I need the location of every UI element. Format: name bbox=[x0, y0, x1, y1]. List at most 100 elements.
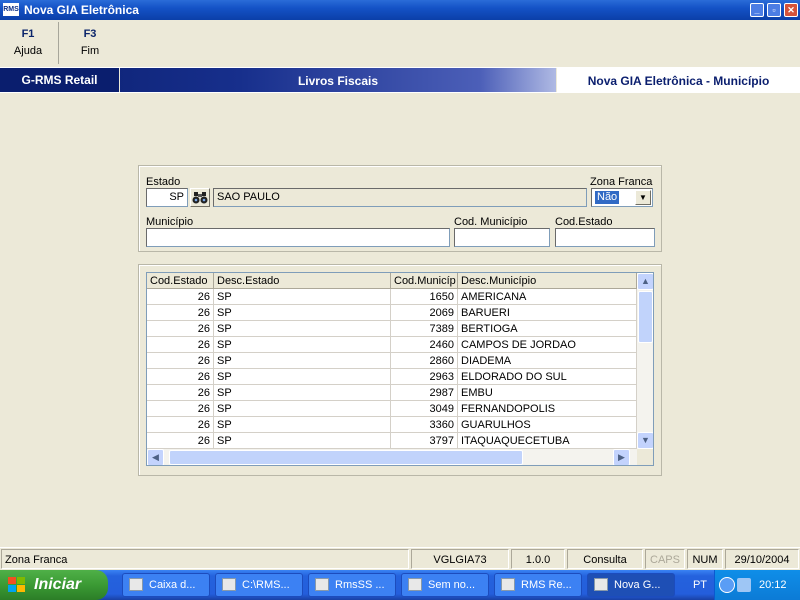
municipio-label: Município bbox=[146, 216, 194, 228]
table-row[interactable]: 26 SP 3049 FERNANDOPOLIS bbox=[147, 401, 637, 417]
taskbar-button[interactable]: Sem no... bbox=[401, 573, 489, 597]
network-icon[interactable] bbox=[737, 578, 751, 592]
cod-estado-field[interactable] bbox=[555, 228, 655, 247]
estado-field[interactable]: SP bbox=[146, 188, 188, 207]
status-date: 29/10/2004 bbox=[725, 549, 799, 569]
table-row[interactable]: 26 SP 2963 ELDORADO DO SUL bbox=[147, 369, 637, 385]
table-row[interactable]: 26 SP 3797 ITAQUAQUECETUBA bbox=[147, 433, 637, 449]
start-label: Iniciar bbox=[34, 576, 82, 593]
vertical-scrollbar[interactable]: ▲ ▼ bbox=[637, 273, 653, 449]
column-header[interactable]: Cod.Municíp bbox=[391, 273, 458, 289]
scroll-left-icon[interactable]: ◀ bbox=[147, 449, 164, 465]
table-row[interactable]: 26 SP 7389 BERTIOGA bbox=[147, 321, 637, 337]
table-cell: EMBU bbox=[458, 385, 637, 401]
help-button[interactable]: F1 Ajuda bbox=[0, 28, 56, 57]
scroll-up-icon[interactable]: ▲ bbox=[637, 273, 653, 290]
close-button[interactable]: ✕ bbox=[784, 3, 798, 17]
status-program: VGLGIA73 bbox=[411, 549, 509, 569]
cod-municipio-label: Cod. Município bbox=[454, 216, 528, 228]
cod-estado-label: Cod.Estado bbox=[555, 216, 613, 228]
table-row[interactable]: 26 SP 2987 EMBU bbox=[147, 385, 637, 401]
exit-button[interactable]: F3 Fim bbox=[62, 28, 118, 57]
taskbar-button[interactable]: Caixa d... bbox=[122, 573, 210, 597]
table-cell: 2460 bbox=[391, 337, 458, 353]
table-cell: 26 bbox=[147, 305, 214, 321]
municipio-field[interactable] bbox=[146, 228, 450, 247]
tray-arrow-icon[interactable] bbox=[719, 577, 735, 593]
horizontal-scrollbar[interactable]: ◀ ▶ bbox=[147, 449, 637, 465]
chevron-down-icon[interactable]: ▼ bbox=[635, 190, 651, 205]
table-cell: GUARULHOS bbox=[458, 417, 637, 433]
table-cell: 26 bbox=[147, 321, 214, 337]
table-cell: 26 bbox=[147, 289, 214, 305]
title-bar[interactable]: RMS Nova GIA Eletrônica _ ▫ ✕ bbox=[0, 0, 800, 20]
column-header[interactable]: Desc.Estado bbox=[214, 273, 391, 289]
language-indicator[interactable]: PT bbox=[686, 570, 714, 600]
zona-franca-label: Zona Franca bbox=[590, 176, 653, 188]
help-key: F1 bbox=[21, 28, 35, 40]
table-cell: 2860 bbox=[391, 353, 458, 369]
table-cell: 26 bbox=[147, 433, 214, 449]
municipio-grid[interactable]: Cod.Estado Desc.Estado Cod.Municíp Desc.… bbox=[146, 272, 654, 466]
module-title: Livros Fiscais bbox=[297, 74, 379, 88]
scroll-corner bbox=[637, 449, 653, 465]
minimize-button[interactable]: _ bbox=[750, 3, 764, 17]
table-cell: SP bbox=[214, 337, 391, 353]
table-row[interactable]: 26 SP 2069 BARUERI bbox=[147, 305, 637, 321]
table-cell: DIADEMA bbox=[458, 353, 637, 369]
scroll-down-icon[interactable]: ▼ bbox=[637, 432, 653, 449]
brand-label: G-RMS Retail bbox=[0, 68, 120, 92]
table-cell: SP bbox=[214, 401, 391, 417]
scroll-right-icon[interactable]: ▶ bbox=[613, 449, 630, 465]
horizontal-scroll-thumb[interactable] bbox=[169, 450, 523, 465]
taskbar-button-label: Caixa d... bbox=[149, 579, 196, 591]
table-cell: 3360 bbox=[391, 417, 458, 433]
taskbar-button[interactable]: RmsSS ... bbox=[308, 573, 396, 597]
taskbar-button[interactable]: Nova G... bbox=[587, 573, 675, 597]
exit-label: Fim bbox=[80, 45, 100, 57]
table-cell: 1650 bbox=[391, 289, 458, 305]
app-window-icon bbox=[315, 578, 329, 591]
table-cell: 26 bbox=[147, 337, 214, 353]
column-header[interactable]: Cod.Estado bbox=[147, 273, 214, 289]
table-cell: 7389 bbox=[391, 321, 458, 337]
status-caps: CAPS bbox=[645, 549, 685, 569]
start-button[interactable]: Iniciar bbox=[0, 570, 108, 600]
status-version: 1.0.0 bbox=[511, 549, 565, 569]
taskbar-button-label: Sem no... bbox=[428, 579, 476, 591]
table-cell: 26 bbox=[147, 417, 214, 433]
table-cell: 26 bbox=[147, 369, 214, 385]
table-cell: 26 bbox=[147, 401, 214, 417]
table-cell: 26 bbox=[147, 353, 214, 369]
taskbar-button-label: C:\RMS... bbox=[242, 579, 290, 591]
estado-label: Estado bbox=[146, 176, 181, 188]
taskbar-button-label: RMS Re... bbox=[521, 579, 572, 591]
table-row[interactable]: 26 SP 3360 GUARULHOS bbox=[147, 417, 637, 433]
taskbar: Iniciar Caixa d... C:\RMS... RmsSS ... Sem … bbox=[0, 570, 800, 600]
table-cell: SP bbox=[214, 369, 391, 385]
column-header[interactable]: Desc.Município bbox=[458, 273, 637, 289]
header-band: G-RMS Retail Livros Fiscais Nova GIA Ele… bbox=[0, 67, 800, 93]
zona-franca-value: Não bbox=[595, 191, 620, 204]
table-cell: SP bbox=[214, 385, 391, 401]
taskbar-button[interactable]: C:\RMS... bbox=[215, 573, 303, 597]
estado-description-field: SAO PAULO bbox=[213, 188, 587, 207]
window-title: Nova GIA Eletrônica bbox=[24, 3, 139, 17]
clock[interactable]: 20:12 bbox=[759, 570, 787, 600]
screen-title: Nova GIA Eletrônica - Município bbox=[556, 68, 800, 92]
table-cell: SP bbox=[214, 417, 391, 433]
table-cell: SP bbox=[214, 353, 391, 369]
exit-key: F3 bbox=[83, 28, 97, 40]
taskbar-button[interactable]: RMS Re... bbox=[494, 573, 582, 597]
search-binoculars-button[interactable] bbox=[190, 188, 210, 207]
table-cell: 2963 bbox=[391, 369, 458, 385]
table-row[interactable]: 26 SP 2860 DIADEMA bbox=[147, 353, 637, 369]
function-key-bar: F1 Ajuda F3 Fim bbox=[0, 20, 800, 67]
windows-logo-icon bbox=[8, 577, 25, 593]
zona-franca-select[interactable]: Não ▼ bbox=[591, 188, 653, 207]
cod-municipio-field[interactable] bbox=[454, 228, 550, 247]
maximize-button[interactable]: ▫ bbox=[767, 3, 781, 17]
vertical-scroll-thumb[interactable] bbox=[638, 291, 653, 343]
table-row[interactable]: 26 SP 2460 CAMPOS DE JORDAO bbox=[147, 337, 637, 353]
table-row[interactable]: 26 SP 1650 AMERICANA bbox=[147, 289, 637, 305]
